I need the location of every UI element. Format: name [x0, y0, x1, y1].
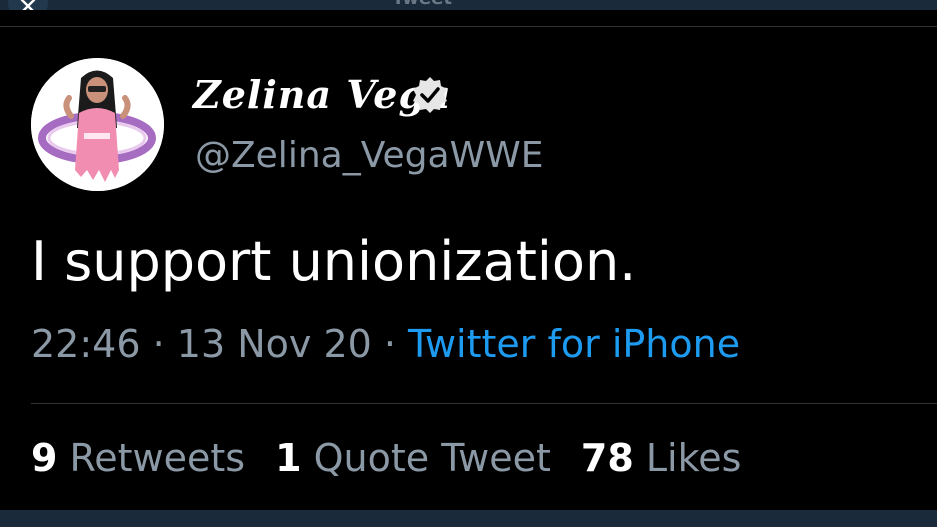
quote-tweets-stat[interactable]: 1 Quote Tweet: [275, 436, 551, 480]
tweet-stats: 9 Retweets 1 Quote Tweet 78 Likes: [31, 436, 771, 480]
quotes-count: 1: [275, 436, 302, 480]
stats-divider: [31, 403, 937, 404]
tweet-date[interactable]: 13 Nov 20: [177, 322, 372, 366]
tweet-metadata: 22:46 · 13 Nov 20 · Twitter for iPhone: [31, 322, 740, 366]
meta-separator: ·: [140, 322, 177, 366]
likes-label: Likes: [645, 436, 742, 480]
header-divider: [0, 26, 937, 27]
close-icon: [20, 0, 36, 10]
page-title: Tweet: [392, 0, 452, 9]
author-handle[interactable]: @Zelina_VegaWWE: [195, 135, 544, 176]
tweet-text: I support unionization.: [31, 230, 637, 293]
retweets-count: 9: [31, 436, 58, 480]
tweet-time[interactable]: 22:46: [31, 322, 141, 366]
likes-count: 78: [580, 436, 634, 480]
tweet-detail-screen: Tweet Zelina Vega @Zelina_VegaWWE I supp…: [0, 0, 937, 527]
likes-stat[interactable]: 78 Likes: [581, 436, 742, 480]
retweets-stat[interactable]: 9 Retweets: [31, 436, 245, 480]
top-navigation-bar: Tweet: [0, 0, 937, 10]
quotes-label: Quote Tweet: [313, 436, 551, 480]
tweet-source-link[interactable]: Twitter for iPhone: [408, 322, 740, 366]
avatar-image: [31, 58, 164, 191]
retweets-label: Retweets: [69, 436, 246, 480]
close-button[interactable]: [8, 0, 48, 10]
bottom-bar: [0, 510, 937, 527]
meta-separator: ·: [371, 322, 409, 366]
avatar[interactable]: [31, 58, 164, 191]
verified-badge-icon: [413, 77, 447, 113]
